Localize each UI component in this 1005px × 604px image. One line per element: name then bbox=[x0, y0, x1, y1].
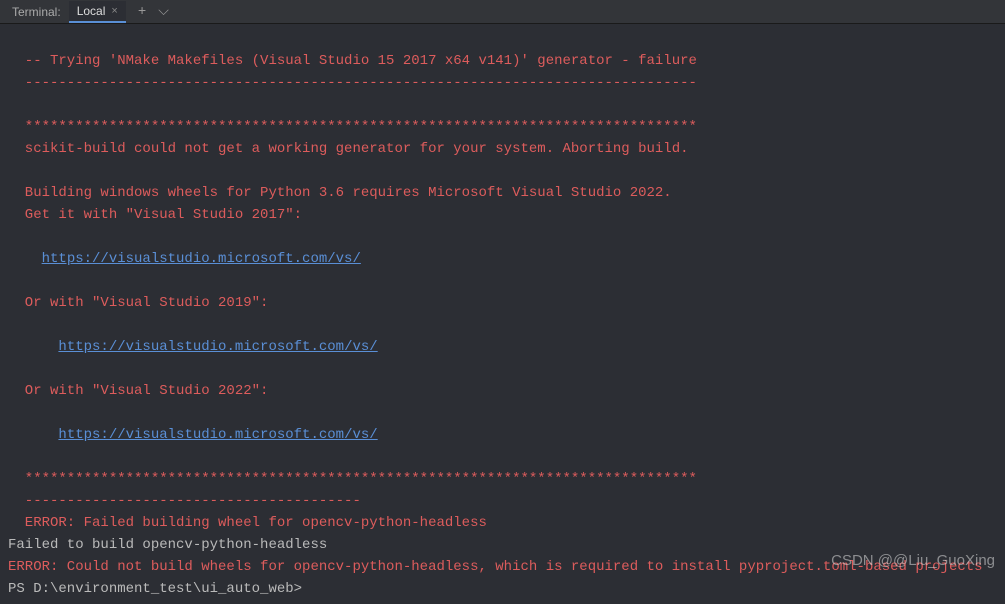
vs-link[interactable]: https://visualstudio.microsoft.com/vs/ bbox=[58, 427, 377, 443]
vs-link[interactable]: https://visualstudio.microsoft.com/vs/ bbox=[58, 339, 377, 355]
output-line: https://visualstudio.microsoft.com/vs/ bbox=[8, 251, 361, 267]
output-line: https://visualstudio.microsoft.com/vs/ bbox=[8, 339, 378, 355]
output-line: ERROR: Could not build wheels for opencv… bbox=[8, 559, 983, 575]
output-line: ----------------------------------------… bbox=[8, 75, 697, 91]
terminal-tabbar: Terminal: Local × + ⌵ bbox=[0, 0, 1005, 24]
output-line: -- Trying 'NMake Makefiles (Visual Studi… bbox=[8, 53, 697, 69]
output-line: ****************************************… bbox=[8, 119, 697, 135]
new-tab-icon[interactable]: + bbox=[138, 4, 146, 20]
output-line: Get it with "Visual Studio 2017": bbox=[8, 207, 302, 223]
prompt-line: PS D:\environment_test\ui_auto_web> bbox=[8, 581, 302, 597]
output-line: ERROR: Failed building wheel for opencv-… bbox=[8, 515, 487, 531]
close-icon[interactable]: × bbox=[111, 5, 117, 17]
output-line: scikit-build could not get a working gen… bbox=[8, 141, 689, 157]
vs-link[interactable]: https://visualstudio.microsoft.com/vs/ bbox=[42, 251, 361, 267]
tab-actions: + ⌵ bbox=[138, 4, 169, 20]
output-line: Building windows wheels for Python 3.6 r… bbox=[8, 185, 672, 201]
terminal-tab-label: Local bbox=[77, 4, 106, 18]
terminal-tab-local[interactable]: Local × bbox=[69, 1, 126, 23]
output-line: ****************************************… bbox=[8, 471, 697, 487]
output-line: Failed to build opencv-python-headless bbox=[8, 537, 327, 553]
output-line: ---------------------------------------- bbox=[8, 493, 361, 509]
terminal-label: Terminal: bbox=[6, 5, 67, 19]
output-line: Or with "Visual Studio 2022": bbox=[8, 383, 268, 399]
terminal-output[interactable]: -- Trying 'NMake Makefiles (Visual Studi… bbox=[0, 24, 1005, 604]
dropdown-icon[interactable]: ⌵ bbox=[158, 4, 169, 20]
output-line: Or with "Visual Studio 2019": bbox=[8, 295, 268, 311]
output-line: https://visualstudio.microsoft.com/vs/ bbox=[8, 427, 378, 443]
